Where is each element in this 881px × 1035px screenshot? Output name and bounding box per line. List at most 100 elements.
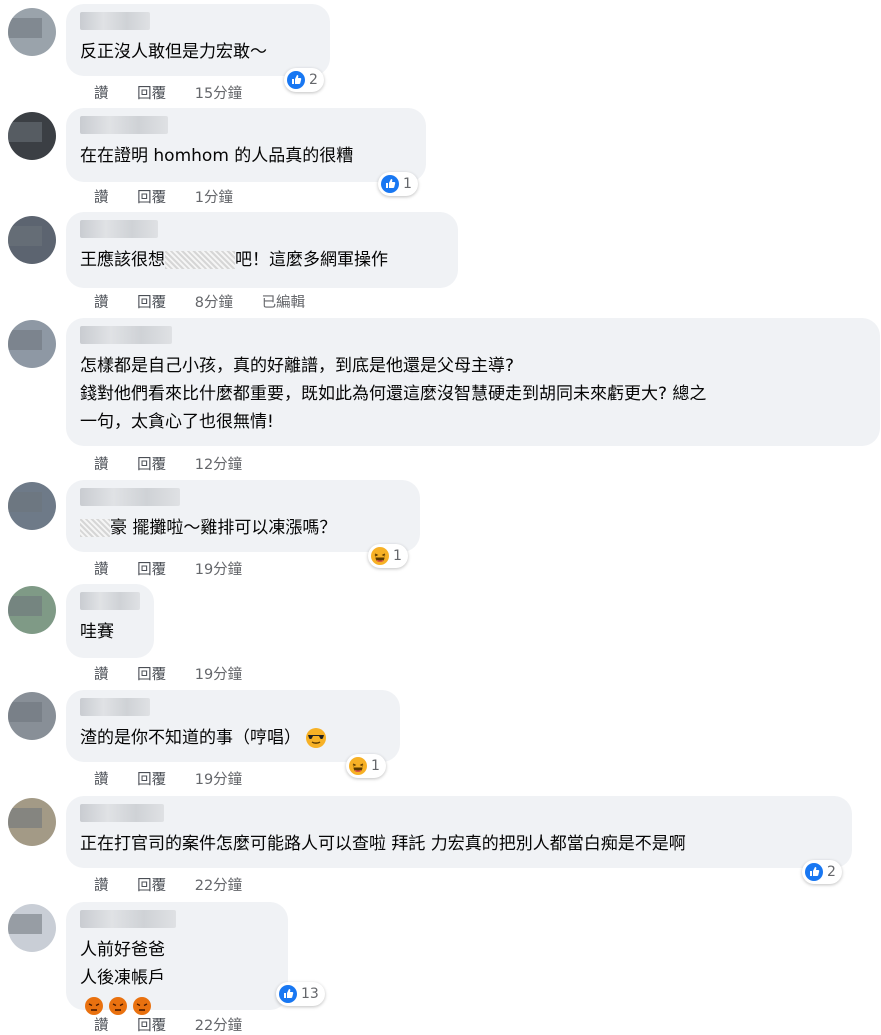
- comment-actions: 讚 回覆 1分鐘: [94, 186, 257, 207]
- haha-icon: [349, 757, 367, 775]
- reaction-count[interactable]: 2: [284, 68, 324, 92]
- author-name-redacted[interactable]: [80, 220, 444, 240]
- author-name-redacted[interactable]: [80, 804, 838, 824]
- comment-text-part-b: 擺攤啦～雞排可以凍漲嗎？: [132, 518, 337, 538]
- reply-button[interactable]: 回覆: [137, 190, 166, 206]
- timestamp[interactable]: 19分鐘: [195, 772, 242, 788]
- comment-actions: 讚 回覆 12分鐘: [94, 453, 266, 474]
- reply-button[interactable]: 回覆: [137, 295, 166, 311]
- like-icon: [279, 985, 297, 1003]
- avatar[interactable]: [8, 216, 56, 264]
- reply-button[interactable]: 回覆: [137, 86, 166, 102]
- comment-actions: 讚 回覆 19分鐘: [94, 768, 266, 789]
- comment-text: 在在證明 homhom 的人品真的很糟: [80, 146, 354, 166]
- reply-button[interactable]: 回覆: [137, 772, 166, 788]
- avatar[interactable]: [8, 112, 56, 160]
- reaction-count-text: 1: [393, 548, 402, 564]
- comment-actions: 讚 回覆 8分鐘 已編輯: [94, 291, 329, 312]
- comment-bubble: 哇賽: [66, 584, 154, 658]
- reaction-count[interactable]: 1: [368, 544, 408, 568]
- comment-bubble: 豪 擺攤啦～雞排可以凍漲嗎？: [66, 480, 420, 552]
- angry-emoji-icon: [109, 997, 127, 1015]
- sunglasses-emoji-icon: [306, 728, 326, 748]
- comment-actions: 讚 回覆 19分鐘: [94, 663, 266, 684]
- comment-bubble: 反正沒人敢但是力宏敢～: [66, 4, 330, 76]
- timestamp[interactable]: 1分鐘: [195, 190, 233, 206]
- reaction-count-text: 1: [403, 176, 412, 192]
- redacted-text: [165, 251, 235, 269]
- comment-bubble: 正在打官司的案件怎麼可能路人可以查啦 拜託 力宏真的把別人都當白痴是不是啊: [66, 796, 852, 868]
- timestamp[interactable]: 22分鐘: [195, 1018, 242, 1034]
- author-name-redacted[interactable]: [80, 116, 412, 136]
- comment-line-2-text: 人後凍帳戶: [80, 968, 165, 988]
- timestamp[interactable]: 19分鐘: [195, 562, 242, 578]
- comment-text-part-b: 吧！這麼多網軍操作: [235, 250, 388, 270]
- comment-text-part-a: 王應該很想: [80, 250, 165, 270]
- comment-text: 豪 擺攤啦～雞排可以凍漲嗎？: [80, 514, 406, 542]
- comment-actions: 讚 回覆 19分鐘: [94, 558, 266, 579]
- reaction-count[interactable]: 2: [802, 860, 842, 884]
- reaction-count[interactable]: 13: [276, 982, 325, 1006]
- timestamp[interactable]: 12分鐘: [195, 457, 242, 473]
- like-button[interactable]: 讚: [94, 667, 109, 683]
- reaction-count[interactable]: 1: [346, 754, 386, 778]
- timestamp[interactable]: 15分鐘: [195, 86, 242, 102]
- reply-button[interactable]: 回覆: [137, 457, 166, 473]
- like-button[interactable]: 讚: [94, 1018, 109, 1034]
- avatar[interactable]: [8, 482, 56, 530]
- haha-icon: [371, 547, 389, 565]
- comment-text: 哇賽: [80, 622, 114, 642]
- comment-text: 正在打官司的案件怎麼可能路人可以查啦 拜託 力宏真的把別人都當白痴是不是啊: [80, 834, 686, 854]
- comment-text: 王應該很想 吧！這麼多網軍操作: [80, 246, 444, 274]
- reaction-count-text: 2: [827, 864, 836, 880]
- comment-actions: 讚 回覆 15分鐘: [94, 82, 266, 103]
- comment-line-2: 人後凍帳戶: [80, 964, 274, 1020]
- comment-bubble: 渣的是你不知道的事（哼唱）: [66, 690, 400, 762]
- comment-text: 反正沒人敢但是力宏敢～: [80, 42, 267, 62]
- author-name-redacted[interactable]: [80, 12, 316, 32]
- avatar[interactable]: [8, 320, 56, 368]
- edited-label: 已編輯: [261, 295, 306, 311]
- reply-button[interactable]: 回覆: [137, 667, 166, 683]
- comment-bubble: 人前好爸爸人後凍帳戶: [66, 902, 288, 1015]
- author-name-redacted[interactable]: [80, 488, 406, 508]
- like-icon: [805, 863, 823, 881]
- comment-actions: 讚 回覆 22分鐘: [94, 874, 266, 895]
- timestamp[interactable]: 8分鐘: [195, 295, 233, 311]
- reply-button[interactable]: 回覆: [137, 562, 166, 578]
- reply-button[interactable]: 回覆: [137, 1018, 166, 1034]
- avatar[interactable]: [8, 586, 56, 634]
- author-name-redacted[interactable]: [80, 326, 866, 346]
- comment-text-body: 渣的是你不知道的事（哼唱）: [80, 728, 301, 748]
- comment-bubble: 王應該很想 吧！這麼多網軍操作: [66, 212, 458, 288]
- avatar[interactable]: [8, 798, 56, 846]
- reaction-count-text: 1: [371, 758, 380, 774]
- like-icon: [287, 71, 305, 89]
- like-button[interactable]: 讚: [94, 772, 109, 788]
- avatar[interactable]: [8, 692, 56, 740]
- angry-emoji-icon: [85, 997, 103, 1015]
- like-button[interactable]: 讚: [94, 295, 109, 311]
- author-name-redacted[interactable]: [80, 698, 386, 718]
- comment-line-1: 人前好爸爸: [80, 940, 165, 960]
- timestamp[interactable]: 19分鐘: [195, 667, 242, 683]
- like-button[interactable]: 讚: [94, 457, 109, 473]
- like-button[interactable]: 讚: [94, 190, 109, 206]
- timestamp[interactable]: 22分鐘: [195, 878, 242, 894]
- like-button[interactable]: 讚: [94, 86, 109, 102]
- reaction-count[interactable]: 1: [378, 172, 418, 196]
- reply-button[interactable]: 回覆: [137, 878, 166, 894]
- comment-bubble: 在在證明 homhom 的人品真的很糟: [66, 108, 426, 182]
- like-button[interactable]: 讚: [94, 878, 109, 894]
- angry-emoji-icon: [133, 997, 151, 1015]
- redacted-text: [80, 519, 110, 537]
- reaction-count-text: 13: [301, 986, 319, 1002]
- avatar[interactable]: [8, 8, 56, 56]
- avatar[interactable]: [8, 904, 56, 952]
- like-button[interactable]: 讚: [94, 562, 109, 578]
- comment-bubble: 怎樣都是自己小孩，真的好離譜，到底是他還是父母主導? 錢對他們看來比什麼都重要，…: [66, 318, 880, 446]
- comment-text: 怎樣都是自己小孩，真的好離譜，到底是他還是父母主導? 錢對他們看來比什麼都重要，…: [80, 356, 707, 432]
- comment-text-part-a: 豪: [110, 518, 127, 538]
- author-name-redacted[interactable]: [80, 592, 140, 612]
- author-name-redacted[interactable]: [80, 910, 274, 930]
